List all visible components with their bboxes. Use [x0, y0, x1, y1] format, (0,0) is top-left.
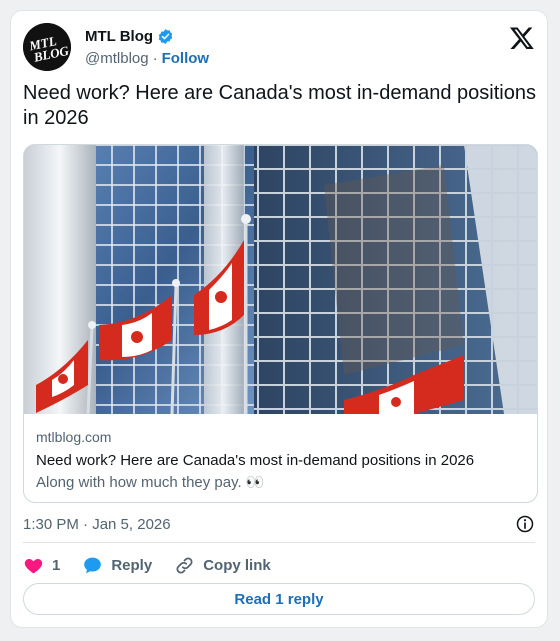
- tweet-header: MTL BLOG MTL Blog @mtlblog · Follow: [23, 23, 535, 73]
- copy-link-button[interactable]: Copy link: [174, 555, 271, 576]
- x-logo-icon[interactable]: [509, 25, 535, 51]
- copy-link-label: Copy link: [203, 556, 271, 574]
- link-preview-image: [24, 145, 537, 414]
- read-replies-button[interactable]: Read 1 reply: [23, 583, 535, 615]
- mtlblog-logo-icon: MTL BLOG: [23, 23, 71, 71]
- timestamp-row: 1:30 PM · Jan 5, 2026: [23, 513, 535, 535]
- embedded-tweet-card: MTL BLOG MTL Blog @mtlblog · Follow Need…: [10, 10, 548, 628]
- divider: [23, 542, 535, 543]
- link-meta: mtlblog.com Need work? Here are Canada's…: [36, 428, 525, 493]
- reply-label: Reply: [111, 556, 153, 574]
- follow-button[interactable]: Follow: [162, 50, 210, 67]
- like-button[interactable]: 1: [23, 555, 60, 576]
- link-domain: mtlblog.com: [36, 429, 112, 445]
- like-count: 1: [52, 556, 61, 574]
- author-name[interactable]: MTL Blog: [85, 28, 153, 45]
- link-description: Along with how much they pay. 👀: [36, 474, 265, 491]
- heart-icon: [24, 558, 43, 573]
- link-icon: [176, 556, 193, 574]
- link-preview-card[interactable]: mtlblog.com Need work? Here are Canada's…: [23, 144, 538, 503]
- info-icon[interactable]: [515, 514, 535, 534]
- avatar[interactable]: MTL BLOG: [23, 23, 71, 71]
- separator-dot: ·: [152, 50, 158, 67]
- link-title: Need work? Here are Canada's most in-dem…: [36, 452, 475, 469]
- handle-row: @mtlblog · Follow: [85, 50, 209, 67]
- verified-badge-icon: [158, 29, 173, 44]
- tweet-timestamp[interactable]: 1:30 PM · Jan 5, 2026: [23, 516, 171, 533]
- author-name-row: MTL Blog: [85, 28, 174, 45]
- reply-bubble-icon: [84, 557, 102, 573]
- tweet-text: Need work? Here are Canada's most in-dem…: [23, 82, 536, 129]
- action-bar: 1 Reply Copy link: [23, 551, 535, 579]
- reply-button[interactable]: Reply: [82, 555, 152, 576]
- author-handle[interactable]: @mtlblog: [85, 50, 149, 67]
